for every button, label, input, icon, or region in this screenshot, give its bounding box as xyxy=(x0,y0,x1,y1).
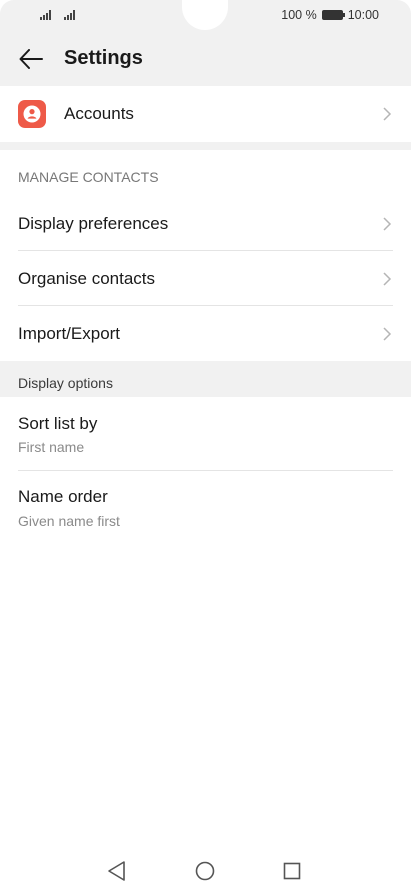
clock: 10:00 xyxy=(347,8,379,22)
phone-screen: 100 % 10:00 Settings Accounts MANAGE CON… xyxy=(0,0,411,892)
display-preferences-label: Display preferences xyxy=(18,214,169,233)
sort-list-by-row[interactable]: Sort list by First name xyxy=(0,397,411,470)
section-header-manage-contacts: MANAGE CONTACTS xyxy=(18,169,159,185)
page-title: Settings xyxy=(64,47,143,69)
sort-list-by-label: Sort list by xyxy=(18,414,98,433)
section-gap xyxy=(0,142,411,150)
navigation-bar xyxy=(0,852,411,888)
display-preferences-row[interactable]: Display preferences xyxy=(0,196,411,251)
organise-contacts-row[interactable]: Organise contacts xyxy=(0,251,411,306)
display-options-header: Display options xyxy=(0,361,411,397)
accounts-label: Accounts xyxy=(64,104,134,123)
import-export-row[interactable]: Import/Export xyxy=(0,306,411,361)
battery-percent: 100 % xyxy=(281,8,317,22)
chevron-right-icon xyxy=(383,272,392,286)
chevron-right-icon xyxy=(383,107,392,121)
name-order-label: Name order xyxy=(18,487,108,506)
circle-home-icon[interactable] xyxy=(192,858,218,884)
organise-contacts-label: Organise contacts xyxy=(18,269,156,288)
app-header: Settings xyxy=(0,32,411,86)
triangle-back-icon[interactable] xyxy=(104,858,130,884)
import-export-label: Import/Export xyxy=(18,324,121,343)
manage-contacts-section: MANAGE CONTACTS Display preferences Orga… xyxy=(0,150,411,361)
square-recents-icon[interactable] xyxy=(279,858,305,884)
battery-icon xyxy=(321,10,345,20)
sort-list-by-value: First name xyxy=(18,439,85,455)
back-button[interactable] xyxy=(14,42,48,76)
name-order-value: Given name first xyxy=(18,513,120,529)
status-bar: 100 % 10:00 xyxy=(0,0,411,32)
signal-icon xyxy=(64,10,75,20)
name-order-row[interactable]: Name order Given name first xyxy=(0,471,411,544)
arrow-back-icon xyxy=(19,49,43,69)
chevron-right-icon xyxy=(383,217,392,231)
status-indicators: 100 % 10:00 xyxy=(281,8,379,22)
person-icon xyxy=(18,100,46,128)
section-header-display-options: Display options xyxy=(18,375,113,391)
accounts-row[interactable]: Accounts xyxy=(0,86,411,142)
chevron-right-icon xyxy=(383,327,392,341)
signal-icon xyxy=(40,10,51,20)
camera-notch xyxy=(182,0,228,30)
